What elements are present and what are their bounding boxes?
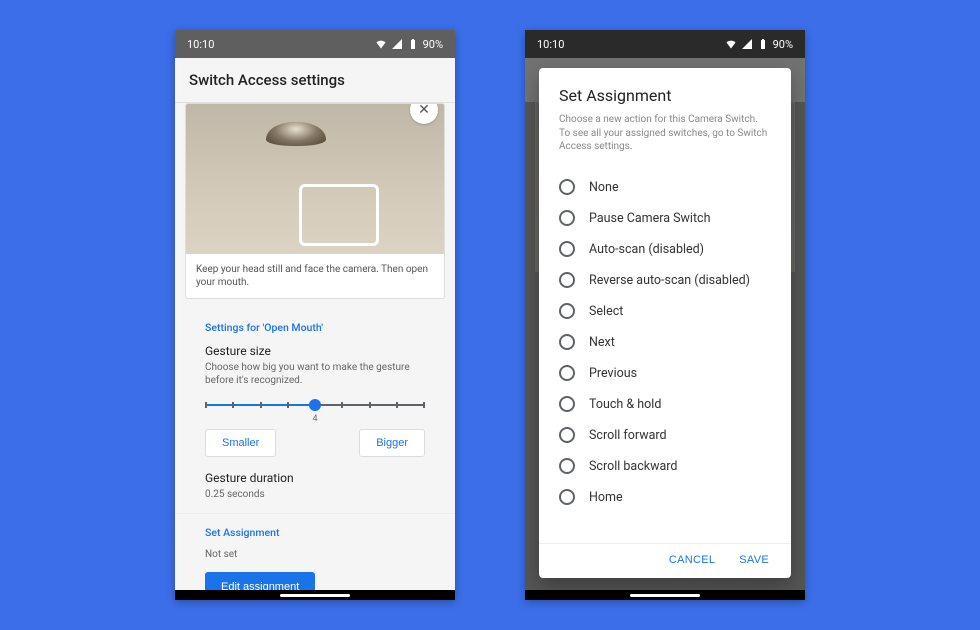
option-label: Pause Camera Switch — [589, 211, 710, 226]
smaller-button[interactable]: Smaller — [205, 429, 276, 457]
status-bar: 10:10 90% — [525, 30, 805, 58]
page-title: Switch Access settings — [189, 71, 441, 89]
status-bar: 10:10 90% — [175, 30, 455, 58]
gesture-duration-title: Gesture duration — [205, 471, 425, 485]
option-label: Scroll forward — [589, 428, 667, 443]
wifi-icon — [725, 38, 737, 50]
radio-icon — [559, 396, 575, 412]
dialog-subtitle: Choose a new action for this Camera Swit… — [559, 113, 771, 154]
dialog-title: Set Assignment — [559, 86, 771, 105]
set-assignment-dialog: Set Assignment Choose a new action for t… — [539, 68, 791, 578]
option-pause-camera-switch[interactable]: Pause Camera Switch — [555, 203, 783, 234]
option-scroll-backward[interactable]: Scroll backward — [555, 451, 783, 482]
wifi-icon — [375, 38, 387, 50]
ceiling-lamp-imagery — [266, 122, 326, 146]
phone-left: 10:10 90% Switch Access settings ✕ Keep … — [175, 30, 455, 600]
option-label: Auto-scan (disabled) — [589, 242, 704, 257]
battery-icon — [407, 38, 419, 50]
gesture-settings-section: Settings for 'Open Mouth' Gesture size C… — [175, 309, 455, 514]
cancel-button[interactable]: CANCEL — [669, 554, 715, 566]
gesture-size-sub: Choose how big you want to make the gest… — [205, 361, 425, 387]
slider-thumb[interactable] — [309, 399, 321, 411]
option-reverse-auto-scan[interactable]: Reverse auto-scan (disabled) — [555, 265, 783, 296]
content: ✕ Keep your head still and face the came… — [175, 103, 455, 590]
option-label: Scroll backward — [589, 459, 677, 474]
radio-icon — [559, 272, 575, 288]
camera-preview-card: ✕ Keep your head still and face the came… — [185, 103, 445, 299]
option-label: Select — [589, 304, 623, 319]
radio-icon — [559, 210, 575, 226]
camera-preview: ✕ — [186, 104, 444, 254]
bigger-button[interactable]: Bigger — [359, 429, 425, 457]
radio-icon — [559, 241, 575, 257]
option-previous[interactable]: Previous — [555, 358, 783, 389]
gesture-nav-bar[interactable] — [175, 590, 455, 600]
edit-assignment-button[interactable]: Edit assignment — [205, 572, 315, 590]
option-select[interactable]: Select — [555, 296, 783, 327]
option-label: Reverse auto-scan (disabled) — [589, 273, 750, 288]
option-scroll-forward[interactable]: Scroll forward — [555, 420, 783, 451]
status-time: 10:10 — [537, 38, 564, 51]
option-label: None — [589, 180, 619, 195]
content: S Set Assignment Choose a new action for… — [525, 58, 805, 590]
app-header: Switch Access settings — [175, 58, 455, 103]
option-label: Touch & hold — [589, 397, 661, 412]
radio-icon — [559, 179, 575, 195]
gesture-size-title: Gesture size — [205, 344, 425, 358]
option-label: Next — [589, 335, 615, 350]
radio-icon — [559, 458, 575, 474]
camera-hint-text: Keep your head still and face the camera… — [186, 254, 444, 298]
status-right: 90% — [725, 38, 793, 51]
option-label: Home — [589, 490, 623, 505]
option-next[interactable]: Next — [555, 327, 783, 358]
battery-icon — [757, 38, 769, 50]
radio-icon — [559, 427, 575, 443]
signal-icon — [741, 38, 753, 50]
assignment-title: Set Assignment — [205, 526, 425, 539]
close-icon[interactable]: ✕ — [410, 103, 438, 124]
gesture-size-slider[interactable] — [205, 399, 425, 411]
status-right: 90% — [375, 38, 443, 51]
battery-percent: 90% — [423, 38, 443, 51]
option-auto-scan[interactable]: Auto-scan (disabled) — [555, 234, 783, 265]
radio-icon — [559, 365, 575, 381]
save-button[interactable]: SAVE — [739, 554, 769, 566]
gesture-nav-bar[interactable] — [525, 590, 805, 600]
radio-icon — [559, 303, 575, 319]
settings-for-label: Settings for 'Open Mouth' — [205, 321, 425, 334]
option-touch-and-hold[interactable]: Touch & hold — [555, 389, 783, 420]
face-detection-box — [299, 184, 379, 246]
dialog-actions: CANCEL SAVE — [539, 543, 791, 578]
status-time: 10:10 — [187, 38, 214, 51]
radio-icon — [559, 334, 575, 350]
phone-right: 10:10 90% S Set Assignment Choose a new … — [525, 30, 805, 600]
gesture-size-value: 4 — [205, 414, 425, 424]
assignment-section: Set Assignment Not set Edit assignment — [175, 514, 455, 590]
dialog-options: None Pause Camera Switch Auto-scan (disa… — [539, 164, 791, 544]
option-label: Previous — [589, 366, 637, 381]
radio-icon — [559, 489, 575, 505]
option-home[interactable]: Home — [555, 482, 783, 513]
battery-percent: 90% — [773, 38, 793, 51]
signal-icon — [391, 38, 403, 50]
option-none[interactable]: None — [555, 172, 783, 203]
assignment-status: Not set — [205, 549, 425, 560]
gesture-duration-value: 0.25 seconds — [205, 488, 425, 501]
